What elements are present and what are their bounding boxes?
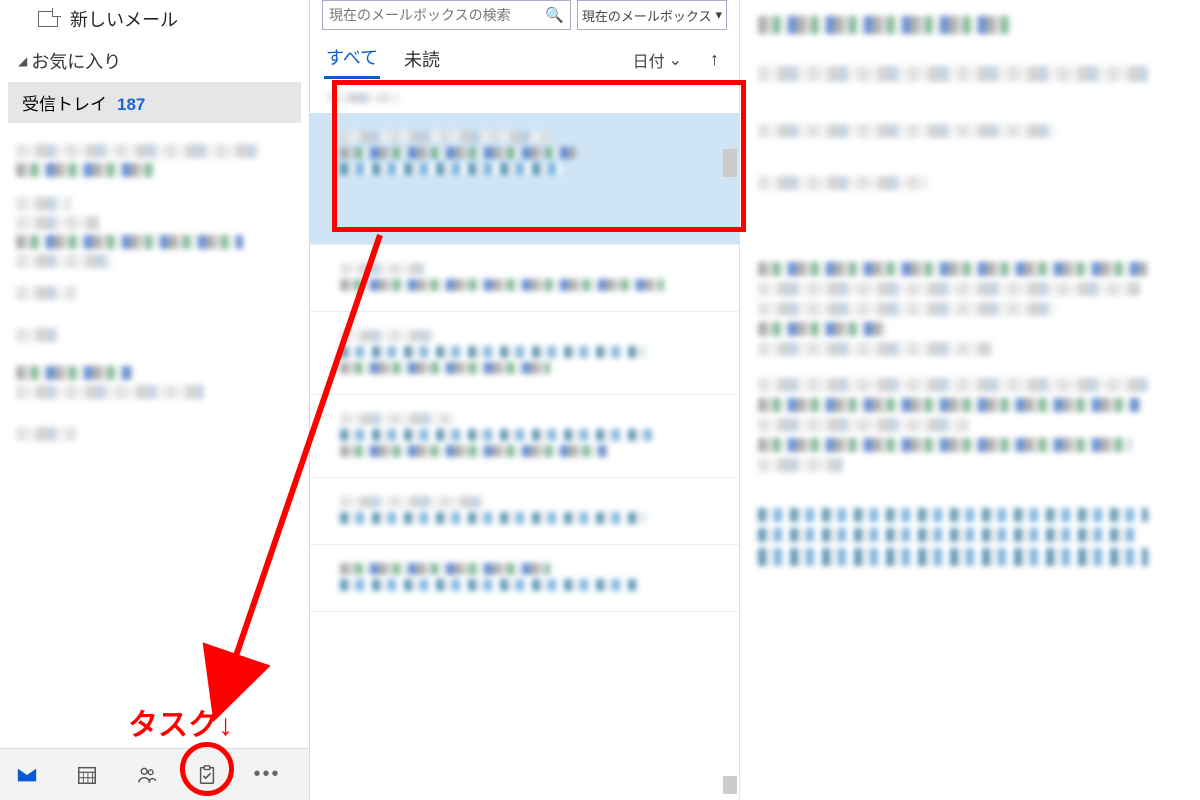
nav-mail-button[interactable]	[10, 758, 44, 792]
new-mail-label: 新しいメール	[70, 6, 178, 32]
message-item[interactable]	[310, 113, 739, 245]
message-item[interactable]	[310, 478, 739, 545]
message-list-pane: 現在のメールボックスの検索 🔍 現在のメールボックス ▾ すべて 未読 日付 ⌄…	[310, 0, 740, 800]
search-input[interactable]: 現在のメールボックスの検索 🔍	[322, 0, 571, 30]
nav-calendar-button[interactable]	[70, 758, 104, 792]
nav-tasks-button[interactable]	[190, 758, 224, 792]
nav-people-button[interactable]	[130, 758, 164, 792]
inbox-folder[interactable]: 受信トレイ 187	[8, 82, 301, 123]
list-date-header	[310, 85, 739, 113]
message-item[interactable]	[310, 545, 739, 612]
mail-icon	[16, 764, 38, 786]
people-icon	[136, 764, 158, 786]
inbox-unread-count: 187	[117, 95, 145, 115]
search-scope-select[interactable]: 現在のメールボックス ▾	[577, 0, 727, 30]
sort-direction-button[interactable]: ↑	[704, 49, 725, 70]
chevron-down-icon: ▾	[715, 7, 722, 23]
new-mail-icon	[38, 11, 58, 27]
tab-all[interactable]: すべて	[324, 40, 380, 79]
new-mail-button[interactable]: 新しいメール	[0, 0, 309, 42]
message-list	[310, 79, 739, 800]
search-placeholder: 現在のメールボックスの検索	[329, 5, 511, 25]
inbox-label: 受信トレイ	[22, 90, 107, 115]
calendar-icon	[76, 764, 98, 786]
search-icon: 🔍	[545, 6, 564, 24]
caret-icon: ◢	[18, 54, 27, 68]
tasks-icon	[196, 764, 218, 786]
chevron-down-icon: ⌄	[669, 50, 682, 70]
folder-tree	[0, 125, 309, 748]
overflow-icon: •••	[253, 763, 280, 786]
sort-label-text: 日付	[633, 48, 665, 72]
sort-menu[interactable]: 日付 ⌄	[633, 48, 682, 72]
tab-unread[interactable]: 未読	[402, 42, 442, 78]
favorites-header[interactable]: ◢ お気に入り	[0, 42, 309, 80]
message-item[interactable]	[310, 312, 739, 395]
bottom-nav-bar: •••	[0, 748, 309, 800]
message-item[interactable]	[310, 245, 739, 312]
reading-pane	[740, 0, 1200, 800]
scrollbar-thumb[interactable]	[723, 149, 737, 177]
message-item[interactable]	[310, 395, 739, 478]
folder-sidebar: 新しいメール ◢ お気に入り 受信トレイ 187	[0, 0, 310, 800]
scope-label: 現在のメールボックス	[582, 6, 712, 25]
favorites-label: お気に入り	[31, 48, 121, 74]
scrollbar-corner	[723, 776, 737, 794]
nav-overflow-button[interactable]: •••	[250, 758, 284, 792]
